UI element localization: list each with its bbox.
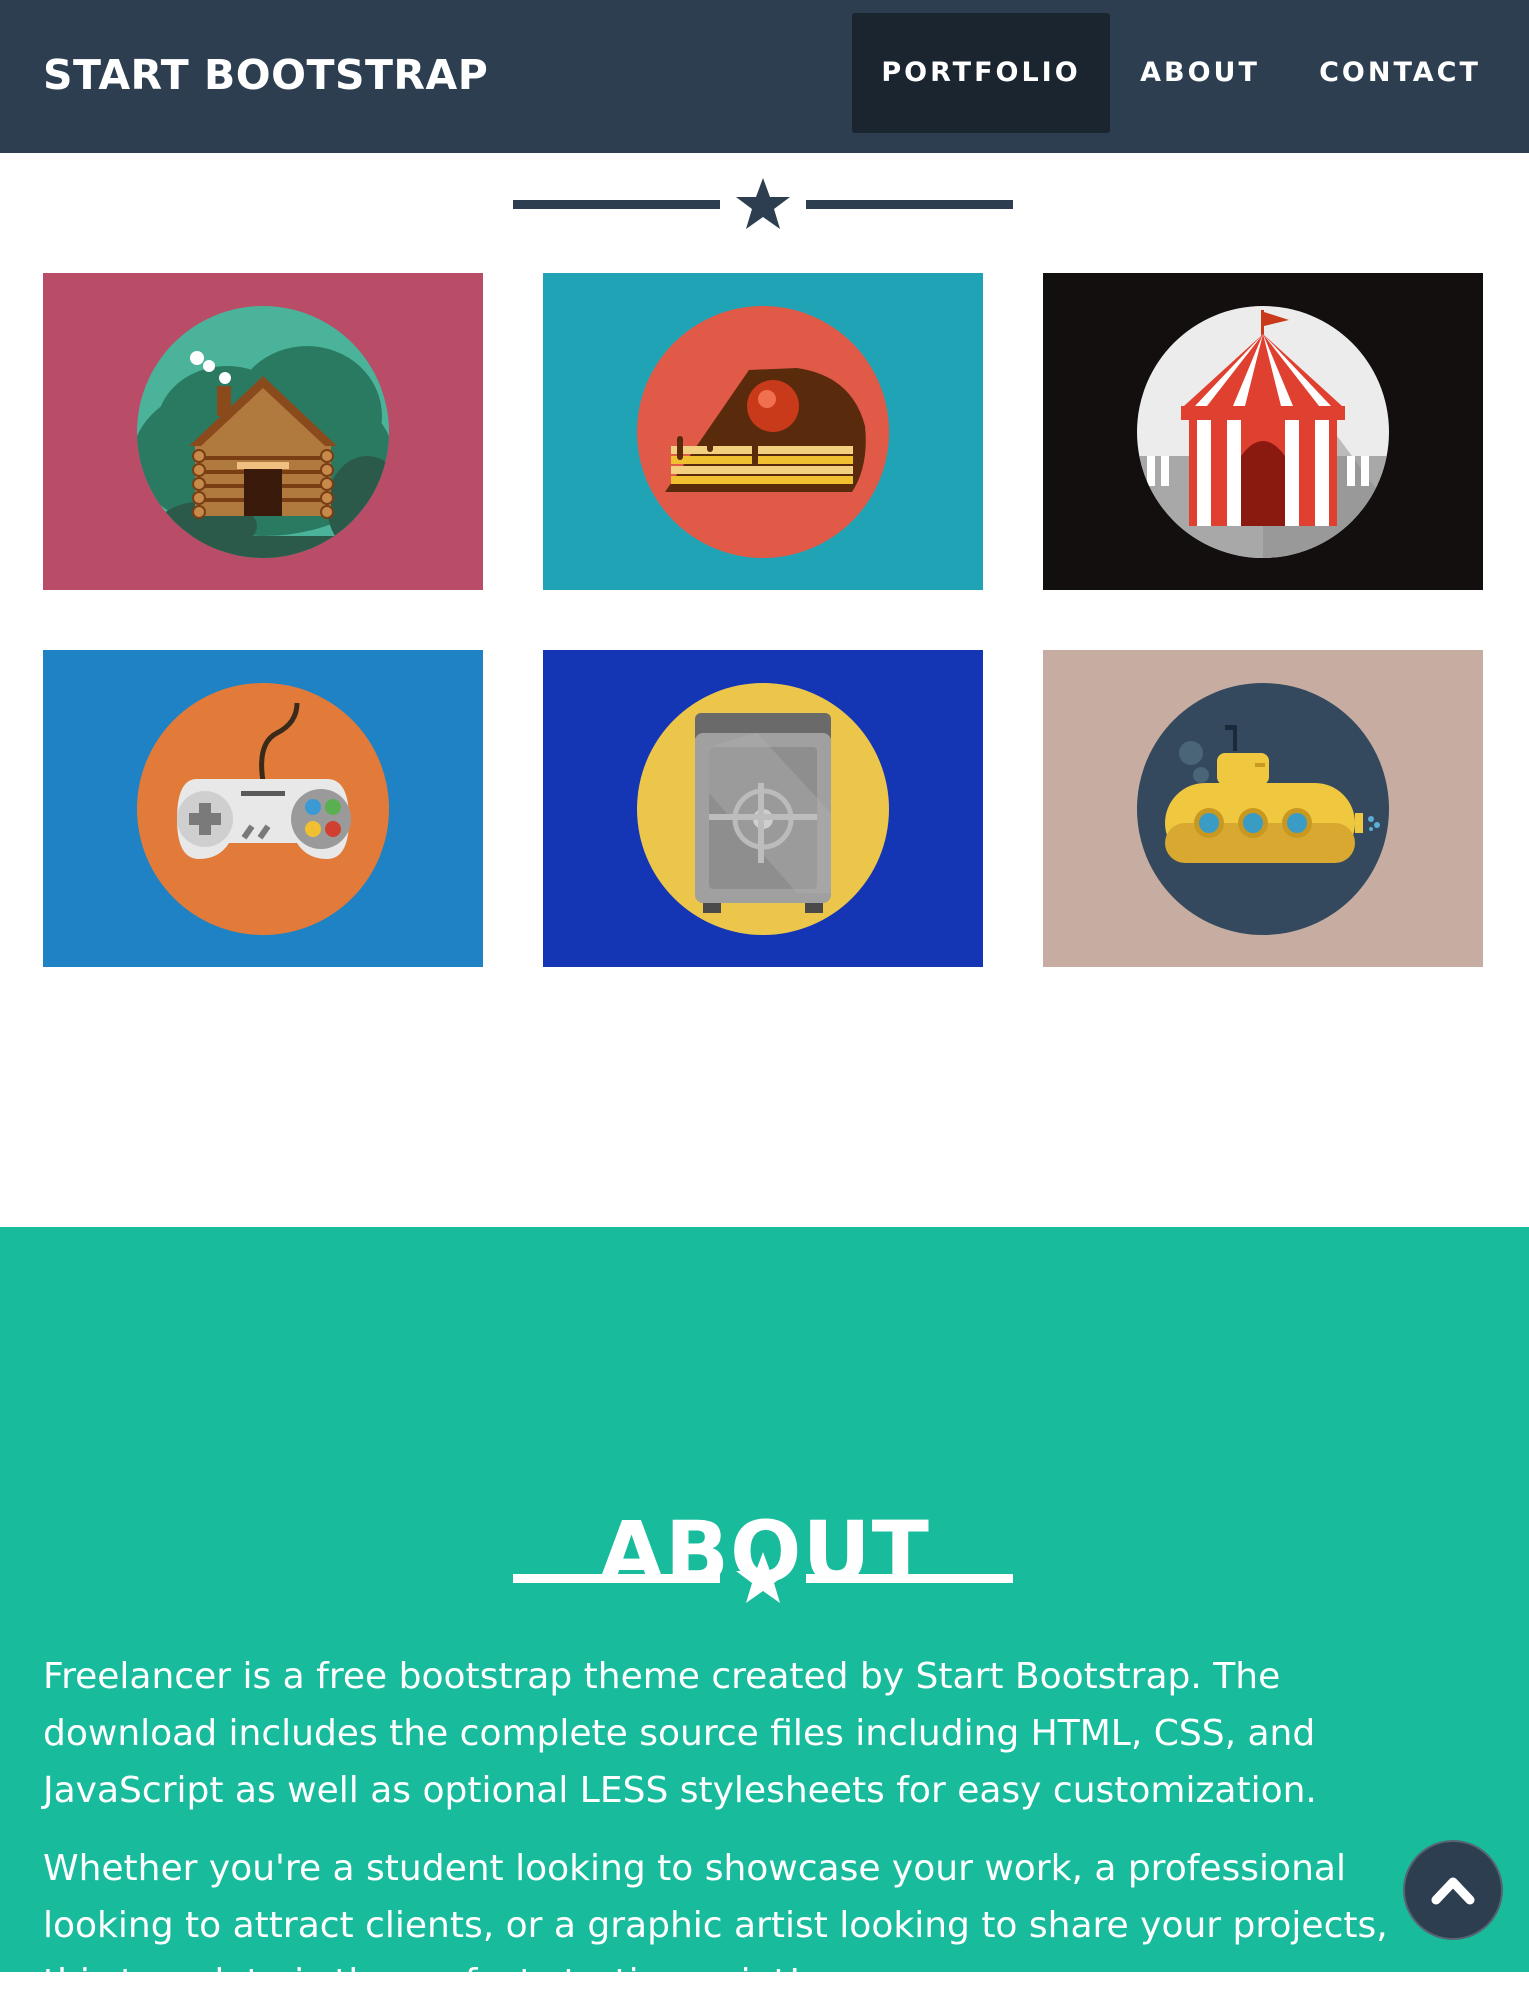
about-star-divider bbox=[513, 1550, 1013, 1610]
star-icon bbox=[736, 1552, 790, 1603]
portfolio-star-divider bbox=[513, 176, 1013, 236]
cake-image bbox=[637, 306, 889, 558]
nav-item-about[interactable]: ABOUT bbox=[1110, 13, 1290, 133]
divider-line-left bbox=[513, 200, 720, 209]
portfolio-item-game[interactable] bbox=[43, 650, 483, 967]
star-icon bbox=[736, 178, 790, 229]
portfolio-item-cabin[interactable] bbox=[43, 273, 483, 590]
portfolio-item-safe[interactable] bbox=[543, 650, 983, 967]
portfolio-item-circus[interactable] bbox=[1043, 273, 1483, 590]
navbar: START BOOTSTRAP PORTFOLIO ABOUT CONTACT bbox=[0, 0, 1529, 153]
nav-item-portfolio[interactable]: PORTFOLIO bbox=[852, 13, 1110, 133]
submarine-image bbox=[1137, 683, 1389, 935]
chevron-up-icon bbox=[1431, 1877, 1475, 1905]
about-paragraph-2: Whether you're a student looking to show… bbox=[43, 1848, 1388, 2003]
divider-line-left bbox=[513, 1574, 720, 1583]
game-image bbox=[137, 683, 389, 935]
brand-link[interactable]: START BOOTSTRAP bbox=[43, 50, 488, 100]
safe-image bbox=[637, 683, 889, 935]
circus-image bbox=[1137, 306, 1389, 558]
scroll-top-button[interactable] bbox=[1403, 1840, 1503, 1940]
cabin-image bbox=[137, 306, 389, 558]
divider-line-right bbox=[806, 200, 1013, 209]
divider-line-right bbox=[806, 1574, 1013, 1583]
portfolio-item-cake[interactable] bbox=[543, 273, 983, 590]
nav-item-contact[interactable]: CONTACT bbox=[1290, 13, 1510, 133]
portfolio-item-submarine[interactable] bbox=[1043, 650, 1483, 967]
about-paragraph-1: Freelancer is a free bootstrap theme cre… bbox=[43, 1656, 1317, 1811]
